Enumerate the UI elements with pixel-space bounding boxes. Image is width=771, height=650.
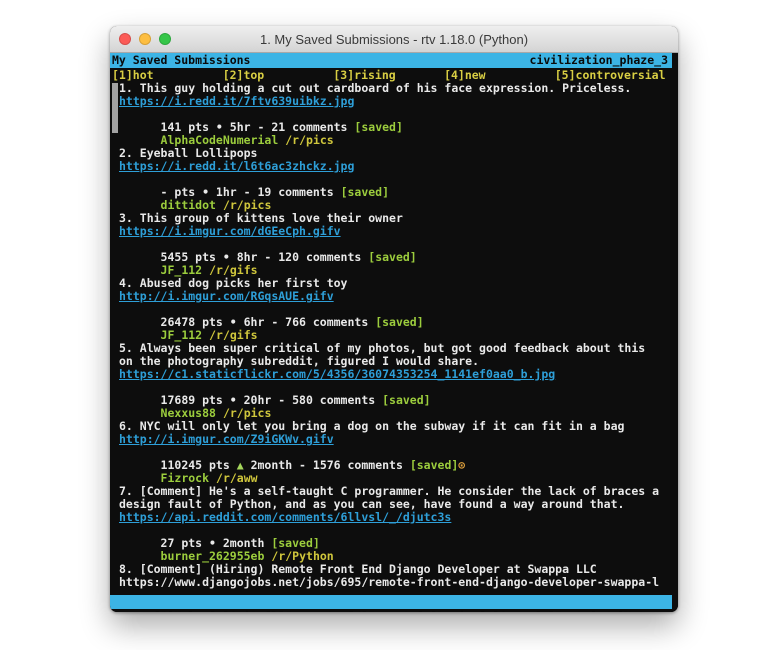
- author-name[interactable]: Fizrock: [161, 471, 209, 485]
- subreddit-name[interactable]: /r/gifs: [209, 328, 257, 342]
- gilded-icon: ⊙: [458, 458, 465, 472]
- submission-stats: 141 pts • 5hr - 21 comments [saved]: [119, 108, 678, 121]
- traffic-lights: [119, 33, 171, 45]
- subreddit-name[interactable]: /r/gifs: [209, 263, 257, 277]
- subreddit-name[interactable]: /r/aww: [216, 471, 258, 485]
- author-name[interactable]: Nexxus88: [161, 406, 216, 420]
- submission-item[interactable]: 7. [Comment] He's a self-taught C progra…: [119, 485, 678, 550]
- author-name[interactable]: AlphaCodeNumerial: [161, 133, 279, 147]
- subreddit-name[interactable]: /r/Python: [271, 549, 333, 563]
- saved-badge: [saved]: [341, 185, 389, 199]
- sort-order-menu: [1]hot[2]top[3]rising[4]new[5]controvers…: [110, 68, 678, 82]
- terminal-content: My Saved Submissions civilization_phaze_…: [110, 53, 678, 612]
- author-name[interactable]: JF_112: [161, 328, 203, 342]
- submission-link[interactable]: https://i.redd.it/l6t6ac3zhckz.jpg: [119, 160, 678, 173]
- zoom-window-button[interactable]: [159, 33, 171, 45]
- window-titlebar[interactable]: 1. My Saved Submissions - rtv 1.18.0 (Py…: [110, 26, 678, 53]
- submission-url[interactable]: https://api.reddit.com/comments/6llvsl/_…: [119, 510, 451, 524]
- stats-text: - pts • 1hr - 19 comments: [161, 185, 341, 199]
- sort-menu-item[interactable]: [3]rising: [333, 68, 444, 82]
- keyboard-shortcuts: [?]Help [q]Quit [l]Comments [/]Prompt [u…: [154, 609, 653, 612]
- submission-url[interactable]: https://i.redd.it/l6t6ac3zhckz.jpg: [119, 159, 354, 173]
- stats-text: 27 pts • 2month: [161, 536, 272, 550]
- submission-link[interactable]: https://i.imgur.com/dGEeCph.gifv: [119, 225, 678, 238]
- submission-url[interactable]: https://i.redd.it/7ftv639uibkz.jpg: [119, 94, 354, 108]
- submission-link[interactable]: http://i.imgur.com/Z9iGKWv.gifv: [119, 433, 678, 446]
- subreddit-name[interactable]: /r/pics: [285, 133, 333, 147]
- submission-item[interactable]: 1. This guy holding a cut out cardboard …: [119, 82, 678, 134]
- submission-stats: 26478 pts • 6hr - 766 comments [saved]: [119, 303, 678, 316]
- submission-stats: - pts • 1hr - 19 comments [saved]: [119, 173, 678, 186]
- submission-stats: 110245 pts ▲ 2month - 1576 comments [sav…: [119, 446, 678, 459]
- stats-text: 17689 pts • 20hr - 580 comments: [161, 393, 383, 407]
- stats-text: 110245 pts: [161, 458, 237, 472]
- sort-menu-item[interactable]: [1]hot: [112, 68, 223, 82]
- author-name[interactable]: burner_262955eb: [161, 549, 265, 563]
- submission-list: 1. This guy holding a cut out cardboard …: [110, 82, 678, 602]
- close-window-button[interactable]: [119, 33, 131, 45]
- submission-link[interactable]: https://c1.staticflickr.com/5/4356/36074…: [119, 368, 678, 381]
- selection-cursor: [112, 83, 118, 133]
- logged-in-username: civilization_phaze_3: [530, 53, 668, 68]
- minimize-window-button[interactable]: [139, 33, 151, 45]
- submission-item[interactable]: 4. Abused dog picks her first toy http:/…: [119, 277, 678, 329]
- sort-menu-item[interactable]: [5]controversial: [555, 68, 666, 82]
- stats-text-after-arrow: 2month - 1576 comments: [244, 458, 410, 472]
- sort-menu-item[interactable]: [2]top: [223, 68, 334, 82]
- subreddit-name[interactable]: /r/pics: [223, 198, 271, 212]
- submission-item[interactable]: 3. This group of kittens love their owne…: [119, 212, 678, 264]
- stats-text: 26478 pts • 6hr - 766 comments: [161, 315, 376, 329]
- submission-url[interactable]: http://i.imgur.com/RGqsAUE.gifv: [119, 289, 334, 303]
- sort-menu-item[interactable]: [4]new: [444, 68, 555, 82]
- submission-link[interactable]: https://api.reddit.com/comments/6llvsl/_…: [119, 511, 678, 524]
- saved-badge: [saved]: [382, 393, 430, 407]
- saved-badge: [saved]: [410, 458, 458, 472]
- submission-stats: 5455 pts • 8hr - 120 comments [saved]: [119, 238, 678, 251]
- upvote-arrow-icon: ▲: [237, 458, 244, 472]
- page-title: My Saved Submissions: [112, 53, 250, 68]
- submission-item[interactable]: 2. Eyeball Lollipops https://i.redd.it/l…: [119, 147, 678, 199]
- submission-url[interactable]: https://c1.staticflickr.com/5/4356/36074…: [119, 367, 555, 381]
- saved-badge: [saved]: [271, 536, 319, 550]
- subreddit-name[interactable]: /r/pics: [223, 406, 271, 420]
- saved-badge: [saved]: [375, 315, 423, 329]
- terminal-window: 1. My Saved Submissions - rtv 1.18.0 (Py…: [110, 26, 678, 612]
- help-footer-bar[interactable]: [?]Help [q]Quit [l]Comments [/]Prompt [u…: [110, 595, 672, 609]
- stats-text: 141 pts • 5hr - 21 comments: [161, 120, 355, 134]
- author-name[interactable]: JF_112: [161, 263, 203, 277]
- submission-item[interactable]: 5. Always been super critical of my phot…: [119, 342, 678, 407]
- submission-link[interactable]: http://i.imgur.com/RGqsAUE.gifv: [119, 290, 678, 303]
- submission-title: https://www.djangojobs.net/jobs/695/remo…: [119, 576, 678, 589]
- submission-stats: 17689 pts • 20hr - 580 comments [saved]: [119, 381, 678, 394]
- saved-badge: [saved]: [368, 250, 416, 264]
- submission-stats: 27 pts • 2month [saved]: [119, 524, 678, 537]
- submission-url[interactable]: http://i.imgur.com/Z9iGKWv.gifv: [119, 432, 334, 446]
- stats-text: 5455 pts • 8hr - 120 comments: [161, 250, 369, 264]
- submission-link[interactable]: https://i.redd.it/7ftv639uibkz.jpg: [119, 95, 678, 108]
- saved-badge: [saved]: [354, 120, 402, 134]
- submission-item[interactable]: 6. NYC will only let you bring a dog on …: [119, 420, 678, 472]
- author-name[interactable]: dittidot: [161, 198, 216, 212]
- status-header-bar: My Saved Submissions civilization_phaze_…: [110, 53, 672, 68]
- submission-url[interactable]: https://i.imgur.com/dGEeCph.gifv: [119, 224, 341, 238]
- window-title: 1. My Saved Submissions - rtv 1.18.0 (Py…: [260, 32, 528, 47]
